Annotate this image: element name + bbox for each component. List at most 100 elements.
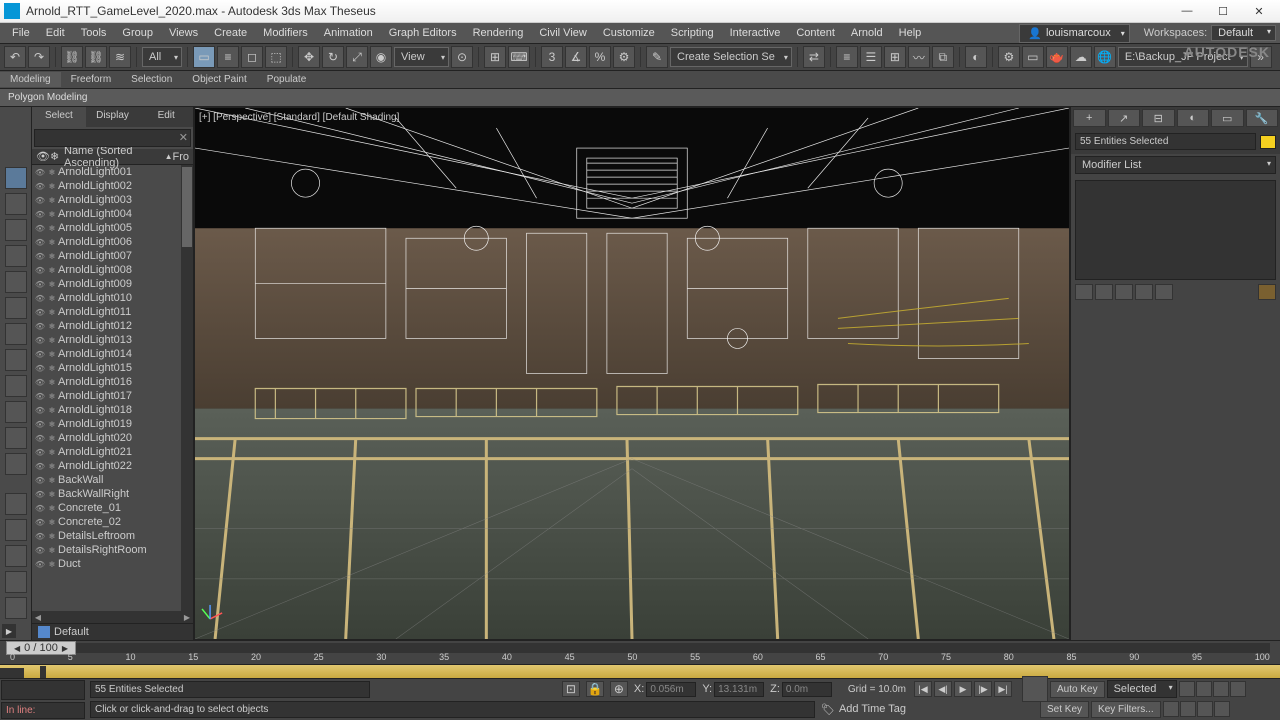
snap-toggle-button[interactable]: 3 <box>541 46 563 68</box>
freeze-icon[interactable]: ❄ <box>46 546 58 555</box>
visibility-icon[interactable]: 👁 <box>34 546 46 555</box>
maximize-button[interactable]: ☐ <box>1206 1 1240 21</box>
menu-arnold[interactable]: Arnold <box>843 25 891 41</box>
freeze-icon[interactable]: ❄ <box>46 168 58 177</box>
visibility-icon[interactable]: 👁 <box>34 490 46 499</box>
display-panel-tab[interactable]: ▭ <box>1211 109 1244 127</box>
outliner-scrollbar[interactable] <box>181 165 193 611</box>
visibility-icon[interactable]: 👁 <box>34 476 46 485</box>
visibility-icon[interactable]: 👁 <box>34 504 46 513</box>
list-item[interactable]: 👁❄ArnoldLight013 <box>32 333 193 347</box>
freeze-icon[interactable]: ❄ <box>46 322 58 331</box>
visibility-icon[interactable]: 👁 <box>34 252 46 261</box>
add-time-tag-button[interactable]: Add Time Tag <box>839 703 906 715</box>
list-item[interactable]: 👁❄ArnoldLight007 <box>32 249 193 263</box>
placement-button[interactable]: ◉ <box>370 46 392 68</box>
visibility-icon[interactable]: 👁 <box>34 462 46 471</box>
modify-panel-tab[interactable]: ↗ <box>1108 109 1141 127</box>
freeze-icon[interactable]: ❄ <box>46 252 58 261</box>
list-item[interactable]: 👁❄Concrete_01 <box>32 501 193 515</box>
menu-rendering[interactable]: Rendering <box>465 25 532 41</box>
list-item[interactable]: 👁❄ArnoldLight018 <box>32 403 193 417</box>
freeze-icon[interactable]: ❄ <box>46 504 58 513</box>
visibility-column-header[interactable]: 👁 <box>36 150 50 163</box>
pivot-button[interactable]: ⊙ <box>451 46 473 68</box>
x-coord-field[interactable]: 0.056m <box>646 682 696 697</box>
spinner-snap-button[interactable]: ⚙ <box>613 46 635 68</box>
visibility-icon[interactable]: 👁 <box>34 182 46 191</box>
maxscript-output[interactable]: In line: <box>1 702 85 719</box>
list-item[interactable]: 👁❄ArnoldLight022 <box>32 459 193 473</box>
rotate-button[interactable]: ↻ <box>322 46 344 68</box>
manipulate-button[interactable]: ⊞ <box>484 46 506 68</box>
menu-help[interactable]: Help <box>891 25 930 41</box>
visibility-icon[interactable]: 👁 <box>34 280 46 289</box>
visibility-icon[interactable]: 👁 <box>34 168 46 177</box>
render-in-cloud-button[interactable]: ☁ <box>1070 46 1092 68</box>
visibility-icon[interactable]: 👁 <box>34 238 46 247</box>
outliner-h-scrollbar[interactable]: ◀▶ <box>32 611 193 623</box>
maxscript-mini-listener[interactable] <box>1 680 85 700</box>
freeze-column-header[interactable]: ❄ <box>50 150 64 163</box>
unlink-button[interactable]: ⛓ <box>85 46 107 68</box>
menu-scripting[interactable]: Scripting <box>663 25 722 41</box>
remove-modifier-button[interactable] <box>1135 284 1153 300</box>
open-a360-button[interactable]: 🌐 <box>1094 46 1116 68</box>
nav-zoom-button[interactable] <box>1179 681 1195 697</box>
menu-civilview[interactable]: Civil View <box>531 25 594 41</box>
freeze-icon[interactable]: ❄ <box>46 336 58 345</box>
nav-fov-button[interactable] <box>1163 701 1179 717</box>
nav-zoom-all-button[interactable] <box>1196 681 1212 697</box>
mirror-button[interactable]: ⇄ <box>803 46 825 68</box>
redo-button[interactable]: ↷ <box>28 46 50 68</box>
freeze-icon[interactable]: ❄ <box>46 434 58 443</box>
render-setup-button[interactable]: ⚙ <box>998 46 1020 68</box>
freeze-icon[interactable]: ❄ <box>46 490 58 499</box>
ribbon-tab-populate[interactable]: Populate <box>257 72 316 87</box>
freeze-icon[interactable]: ❄ <box>46 364 58 373</box>
render-button[interactable]: 🫖 <box>1046 46 1068 68</box>
ref-coord-dropdown[interactable]: View <box>394 47 449 67</box>
sort-button-5[interactable] <box>5 597 27 619</box>
menu-customize[interactable]: Customize <box>595 25 663 41</box>
list-item[interactable]: 👁❄ArnoldLight006 <box>32 235 193 249</box>
visibility-icon[interactable]: 👁 <box>34 322 46 331</box>
display-xrefs-button[interactable] <box>5 375 27 397</box>
menu-views[interactable]: Views <box>161 25 206 41</box>
list-item[interactable]: 👁❄ArnoldLight003 <box>32 193 193 207</box>
utilities-panel-tab[interactable]: 🔧 <box>1246 109 1279 127</box>
rectangle-region-button[interactable]: ◻ <box>241 46 263 68</box>
align-button[interactable]: ≡ <box>836 46 858 68</box>
ribbon-tab-freeform[interactable]: Freeform <box>61 72 122 87</box>
prev-frame-button[interactable]: ◀| <box>934 681 952 697</box>
nav-zoom-extents-all-button[interactable] <box>1230 681 1246 697</box>
visibility-icon[interactable]: 👁 <box>34 364 46 373</box>
list-item[interactable]: 👁❄ArnoldLight012 <box>32 319 193 333</box>
list-item[interactable]: 👁❄Concrete_02 <box>32 515 193 529</box>
list-item[interactable]: 👁❄ArnoldLight004 <box>32 207 193 221</box>
freeze-icon[interactable]: ❄ <box>46 280 58 289</box>
visibility-icon[interactable]: 👁 <box>34 350 46 359</box>
curve-editor-mini-button[interactable] <box>0 668 24 678</box>
nav-pan-button[interactable] <box>1180 701 1196 717</box>
display-shapes-button[interactable] <box>5 219 27 241</box>
list-item[interactable]: 👁❄ArnoldLight021 <box>32 445 193 459</box>
list-item[interactable]: 👁❄ArnoldLight011 <box>32 305 193 319</box>
ribbon-tab-modeling[interactable]: Modeling <box>0 72 61 87</box>
key-filter-dropdown[interactable]: Selected <box>1107 680 1177 698</box>
scale-button[interactable]: ⤢ <box>346 46 368 68</box>
display-geometry-button[interactable] <box>5 193 27 215</box>
visibility-icon[interactable]: 👁 <box>34 308 46 317</box>
sort-button-1[interactable] <box>5 493 27 515</box>
freeze-icon[interactable]: ❄ <box>46 406 58 415</box>
clear-search-button[interactable]: ✕ <box>179 131 188 144</box>
sort-button-3[interactable] <box>5 545 27 567</box>
schematic-view-button[interactable]: ⧉ <box>932 46 954 68</box>
goto-end-button[interactable]: ▶| <box>994 681 1012 697</box>
workspace-dropdown[interactable]: Default <box>1211 25 1276 41</box>
list-item[interactable]: 👁❄ArnoldLight020 <box>32 431 193 445</box>
freeze-icon[interactable]: ❄ <box>46 518 58 527</box>
ribbon-tab-objectpaint[interactable]: Object Paint <box>182 72 256 87</box>
visibility-icon[interactable]: 👁 <box>34 294 46 303</box>
set-key-button[interactable]: Set Key <box>1040 701 1089 718</box>
